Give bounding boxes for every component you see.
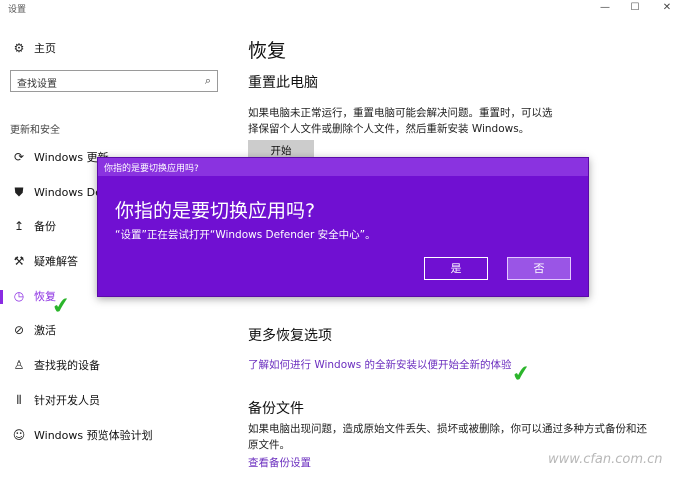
no-button[interactable]: 否 bbox=[507, 257, 571, 280]
insider-icon: ☺ bbox=[12, 428, 26, 442]
sidebar-item-label: 查找我的设备 bbox=[34, 359, 100, 372]
backup-description-line: 如果电脑出现问题，造成原始文件丢失、损坏或被删除，你可以通过多种方式备份和还 bbox=[248, 423, 647, 435]
app-title: 设置 bbox=[8, 5, 27, 15]
dialog-titlebar-text: 你指的是要切换应用吗? bbox=[104, 164, 199, 174]
yes-button[interactable]: 是 bbox=[424, 257, 488, 280]
sidebar-item-label: 备份 bbox=[34, 220, 56, 233]
search-placeholder: 查找设置 bbox=[17, 79, 57, 90]
reset-description-line: 如果电脑未正常运行，重置电脑可能会解决问题。重置时，可以选 bbox=[248, 107, 553, 119]
sidebar-item-label: 疑难解答 bbox=[34, 255, 78, 268]
page-title: 恢复 bbox=[248, 40, 287, 62]
shield-icon: ⛊ bbox=[14, 184, 24, 199]
backup-description-line: 原文件。 bbox=[248, 439, 290, 451]
search-input[interactable]: 查找设置 ⌕ bbox=[10, 70, 218, 92]
sidebar-item-label: 激活 bbox=[34, 324, 56, 337]
title-bar: 设置 — ☐ ✕ bbox=[0, 0, 685, 16]
wrench-icon: ⚒ bbox=[13, 254, 25, 268]
sidebar-item-home[interactable]: ⚙ 主页 bbox=[10, 36, 220, 60]
checkmark-icon: ✔ bbox=[510, 360, 533, 389]
sidebar-item-activation[interactable]: ⊘ 激活 bbox=[10, 318, 220, 342]
switch-app-dialog: 你指的是要切换应用吗? 你指的是要切换应用吗? “设置”正在尝试打开“Windo… bbox=[97, 157, 589, 297]
sidebar-item-for-developers[interactable]: ⫴ 针对开发人员 bbox=[10, 388, 220, 412]
gear-icon: ⚙ bbox=[13, 41, 25, 55]
refresh-icon: ⟳ bbox=[13, 150, 25, 164]
active-indicator bbox=[0, 290, 3, 304]
minimize-button[interactable]: — bbox=[590, 0, 620, 16]
checkmark-icon: ✔ bbox=[50, 292, 73, 321]
developer-icon: ⫴ bbox=[16, 392, 22, 407]
check-circle-icon: ⊘ bbox=[13, 323, 25, 337]
sidebar-item-label: Windows 预览体验计划 bbox=[34, 429, 153, 442]
sidebar-item-label: 针对开发人员 bbox=[34, 394, 100, 407]
backup-settings-link[interactable]: 查看备份设置 bbox=[248, 455, 311, 470]
fresh-install-link[interactable]: 了解如何进行 Windows 的全新安装以便开始全新的体验 bbox=[248, 357, 512, 372]
more-options-heading: 更多恢复选项 bbox=[248, 328, 332, 344]
section-label: 更新和安全 bbox=[10, 125, 60, 136]
backup-description: 如果电脑出现问题，造成原始文件丢失、损坏或被删除，你可以通过多种方式备份和还 原… bbox=[248, 421, 668, 453]
reset-heading: 重置此电脑 bbox=[248, 75, 318, 91]
dialog-heading: 你指的是要切换应用吗? bbox=[115, 200, 316, 222]
sidebar-item-insider-program[interactable]: ☺ Windows 预览体验计划 bbox=[10, 423, 220, 447]
reset-description: 如果电脑未正常运行，重置电脑可能会解决问题。重置时，可以选 择保留个人文件或删除… bbox=[248, 105, 588, 137]
dialog-message: “设置”正在尝试打开“Windows Defender 安全中心”。 bbox=[115, 229, 376, 241]
sidebar-item-label: Windows Def bbox=[34, 185, 106, 199]
search-icon[interactable]: ⌕ bbox=[205, 74, 211, 88]
close-button[interactable]: ✕ bbox=[652, 0, 682, 16]
reset-description-line: 择保留个人文件或删除个人文件，然后重新安装 Windows。 bbox=[248, 123, 530, 135]
sidebar-item-find-my-device[interactable]: ♙ 查找我的设备 bbox=[10, 353, 220, 377]
history-icon: ◷ bbox=[13, 289, 25, 303]
person-location-icon: ♙ bbox=[13, 358, 25, 372]
watermark: www.cfan.com.cn bbox=[548, 452, 663, 467]
sidebar-item-label: 主页 bbox=[34, 42, 56, 55]
backup-heading: 备份文件 bbox=[248, 401, 304, 417]
dialog-titlebar: 你指的是要切换应用吗? bbox=[98, 158, 588, 176]
maximize-button[interactable]: ☐ bbox=[620, 0, 650, 16]
backup-icon: ↥ bbox=[13, 219, 25, 233]
